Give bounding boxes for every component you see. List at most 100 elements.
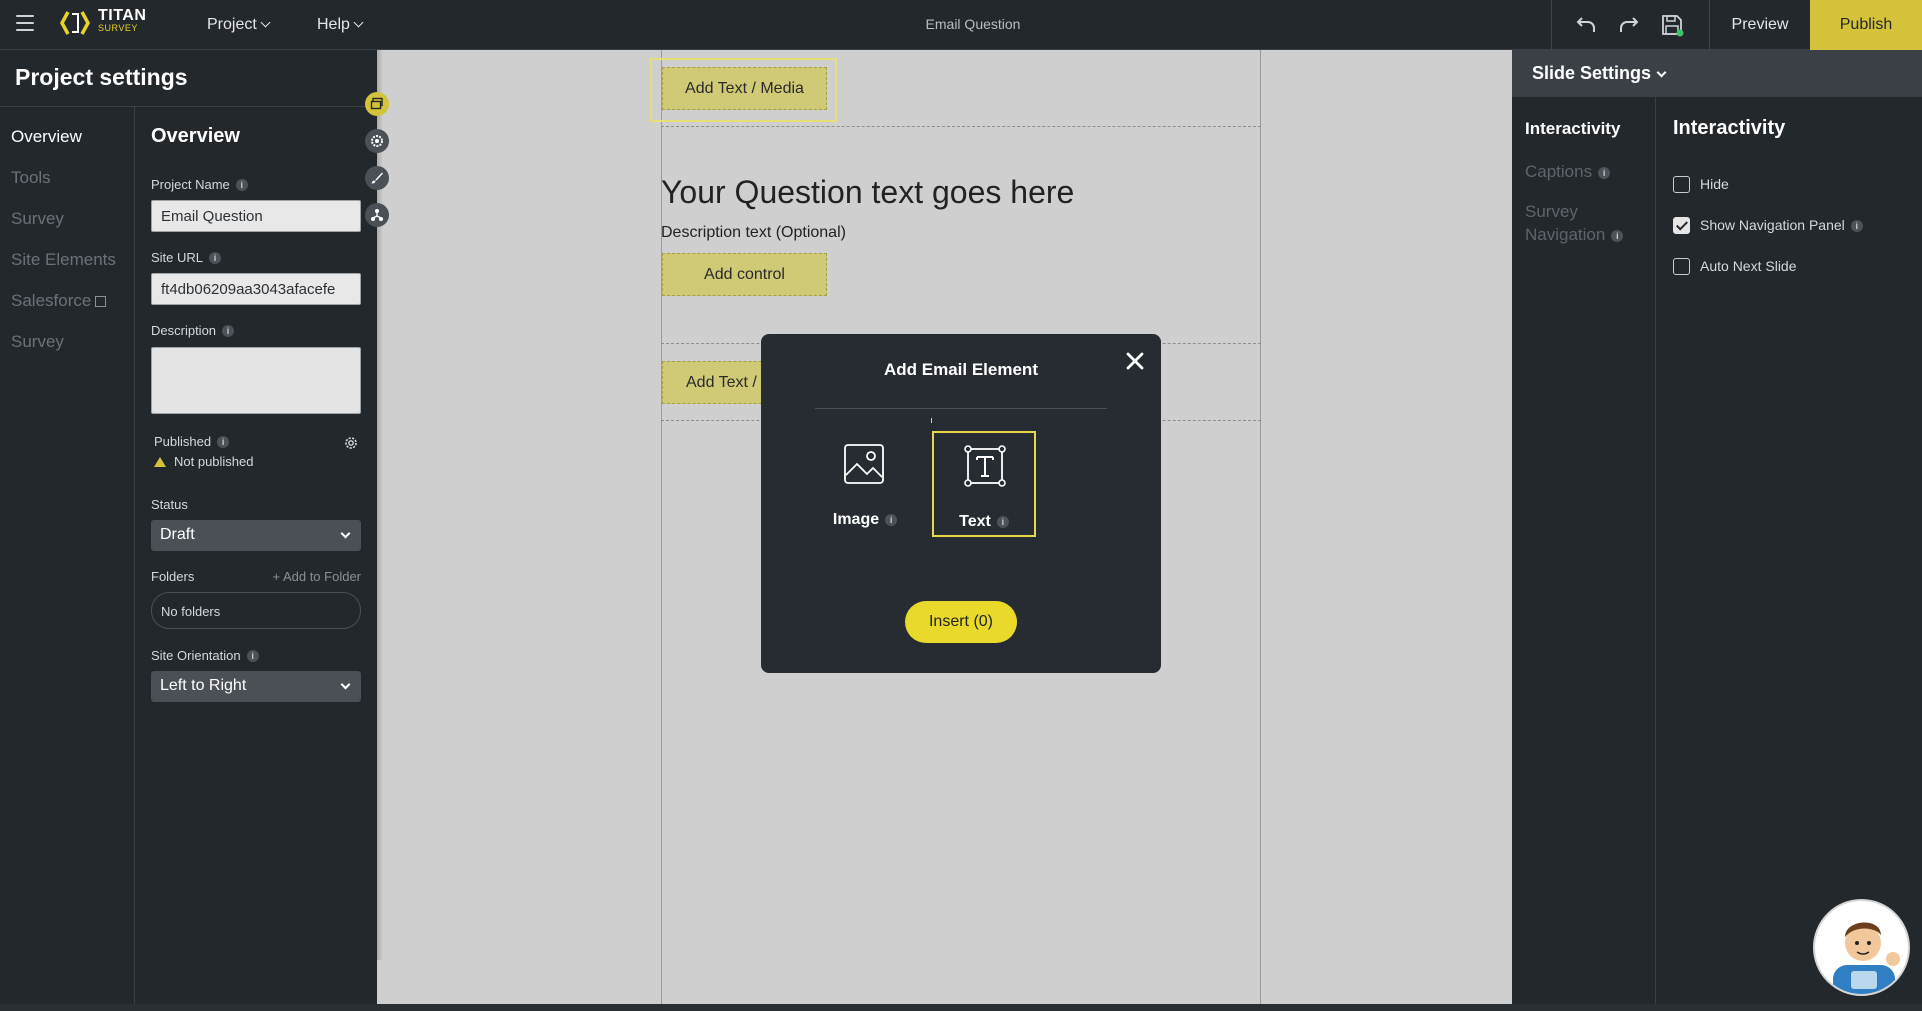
info-icon[interactable]: i — [246, 650, 259, 662]
info-icon[interactable]: i — [1850, 220, 1863, 232]
show-navigation-checkbox[interactable] — [1673, 217, 1690, 234]
info-icon[interactable]: i — [885, 514, 898, 526]
image-element-option[interactable]: Image i — [813, 431, 917, 537]
info-icon[interactable]: i — [996, 516, 1009, 528]
status-select-value: Draft — [160, 526, 195, 543]
captions-label: Captions — [1525, 162, 1593, 181]
site-url-input[interactable]: ft4db06209aa3043afacefe — [151, 273, 361, 305]
nav-item-interactivity[interactable]: Interactivity — [1525, 117, 1620, 140]
info-icon[interactable]: i — [235, 179, 248, 191]
status-label: Status — [151, 497, 188, 512]
form-title: Overview — [151, 125, 240, 147]
description-textarea[interactable] — [151, 347, 361, 414]
mascot-icon — [1833, 922, 1900, 994]
site-orientation-value: Left to Right — [160, 677, 247, 694]
text-icon — [964, 445, 1006, 487]
insert-button[interactable]: Insert (0) — [905, 601, 1017, 643]
site-url-label: Site URL i — [151, 250, 222, 265]
scroll-indicator — [931, 418, 932, 423]
gear-icon — [371, 135, 383, 147]
published-label: Published i — [154, 434, 230, 449]
slide-settings-title-text: Slide Settings — [1532, 63, 1652, 83]
add-to-folder-link[interactable]: + Add to Folder — [272, 569, 361, 584]
project-name-input[interactable]: Email Question — [151, 200, 361, 232]
show-navigation-option[interactable]: Show Navigation Panel i — [1673, 217, 1863, 234]
publish-status: Not published — [154, 454, 254, 469]
auto-next-checkbox[interactable] — [1673, 258, 1690, 275]
image-icon — [844, 444, 884, 484]
project-name-label-text: Project Name — [151, 177, 230, 192]
nav-item-salesforce[interactable]: Salesforce — [11, 291, 107, 311]
nav-item-survey-2[interactable]: Survey — [11, 332, 64, 352]
description-label: Description i — [151, 323, 235, 338]
section-divider — [661, 126, 1261, 127]
auto-next-label: Auto Next Slide — [1700, 258, 1797, 274]
text-element-option[interactable]: Text i — [932, 431, 1036, 537]
question-text[interactable]: Your Question text goes here — [661, 174, 1074, 211]
image-option-label: Image i — [813, 511, 917, 529]
text-option-text: Text — [959, 513, 991, 530]
slide-settings-header[interactable]: Slide Settings — [1512, 50, 1922, 97]
help-assistant-avatar[interactable] — [1813, 899, 1910, 996]
panel-title: Project settings — [15, 64, 188, 90]
info-icon[interactable]: i — [222, 325, 235, 337]
site-url-label-text: Site URL — [151, 250, 204, 265]
warning-icon — [154, 457, 166, 467]
add-text-media-button-2[interactable]: Add Text / — [662, 361, 772, 404]
show-navigation-label: Show Navigation Panel — [1700, 217, 1845, 233]
site-orientation-label: Site Orientation i — [151, 648, 259, 663]
nav-item-tools[interactable]: Tools — [11, 168, 51, 188]
hide-option[interactable]: Hide — [1673, 176, 1729, 193]
integrations-button[interactable] — [365, 203, 389, 227]
add-text-media-button[interactable]: Add Text / Media — [662, 67, 827, 110]
chevron-down-icon — [340, 528, 351, 539]
text-option-label: Text i — [934, 513, 1034, 531]
nav-item-overview[interactable]: Overview — [11, 127, 82, 147]
auto-next-option[interactable]: Auto Next Slide — [1673, 258, 1797, 275]
hide-label: Hide — [1700, 176, 1729, 192]
folders-label: Folders — [151, 569, 195, 584]
modal-title: Add Email Element — [884, 360, 1038, 379]
site-orientation-select[interactable]: Left to Right — [151, 671, 361, 702]
slide-settings-panel: Slide Settings Interactivity Captions i S… — [1512, 50, 1922, 1011]
redo-icon[interactable] — [1617, 13, 1641, 37]
save-icon[interactable] — [1660, 13, 1684, 37]
description-label-text: Description — [151, 323, 217, 338]
status-select[interactable]: Draft — [151, 520, 361, 551]
slide-settings-nav: Interactivity Captions i Survey Navigatio… — [1512, 97, 1656, 1011]
top-bar: TITAN SURVEY Project Help Email Question… — [0, 0, 1922, 50]
slide-settings-title: Slide Settings — [1532, 63, 1667, 84]
info-icon[interactable]: i — [209, 252, 222, 264]
survey-navigation-label: Survey Navigation — [1525, 202, 1606, 244]
gear-icon[interactable] — [343, 435, 359, 451]
theme-button[interactable] — [365, 166, 389, 190]
publish-status-text: Not published — [174, 454, 254, 469]
info-icon[interactable]: i — [1598, 167, 1611, 179]
hide-checkbox[interactable] — [1673, 176, 1690, 193]
project-settings-panel: Project settings Overview Tools Survey S… — [0, 50, 377, 1011]
undo-icon[interactable] — [1574, 13, 1598, 37]
layers-icon — [370, 97, 383, 110]
nav-item-survey[interactable]: Survey — [11, 209, 64, 229]
chevron-down-icon — [340, 679, 351, 690]
nav-item-site-elements[interactable]: Site Elements — [11, 250, 116, 270]
add-email-element-modal: Add Email Element Image i Text i Insert (0… — [761, 334, 1161, 673]
bottom-strip — [0, 1004, 1922, 1011]
external-link-icon — [95, 296, 107, 307]
info-icon[interactable]: i — [217, 436, 230, 448]
nav-item-salesforce-label: Salesforce — [11, 291, 92, 310]
layers-button[interactable] — [365, 92, 389, 116]
nav-item-survey-navigation[interactable]: Survey Navigation i — [1525, 200, 1645, 246]
settings-button[interactable] — [365, 129, 389, 153]
add-control-button[interactable]: Add control — [662, 253, 827, 296]
interactivity-title: Interactivity — [1673, 117, 1786, 139]
nav-item-captions[interactable]: Captions i — [1525, 160, 1611, 183]
brush-icon — [371, 172, 383, 184]
preview-button[interactable]: Preview — [1709, 0, 1811, 50]
publish-button[interactable]: Publish — [1810, 0, 1922, 50]
folders-box[interactable]: No folders — [151, 592, 361, 629]
close-icon[interactable] — [1124, 350, 1146, 372]
info-icon[interactable]: i — [1611, 230, 1624, 242]
description-text[interactable]: Description text (Optional) — [661, 224, 846, 242]
published-label-text: Published — [154, 434, 212, 449]
